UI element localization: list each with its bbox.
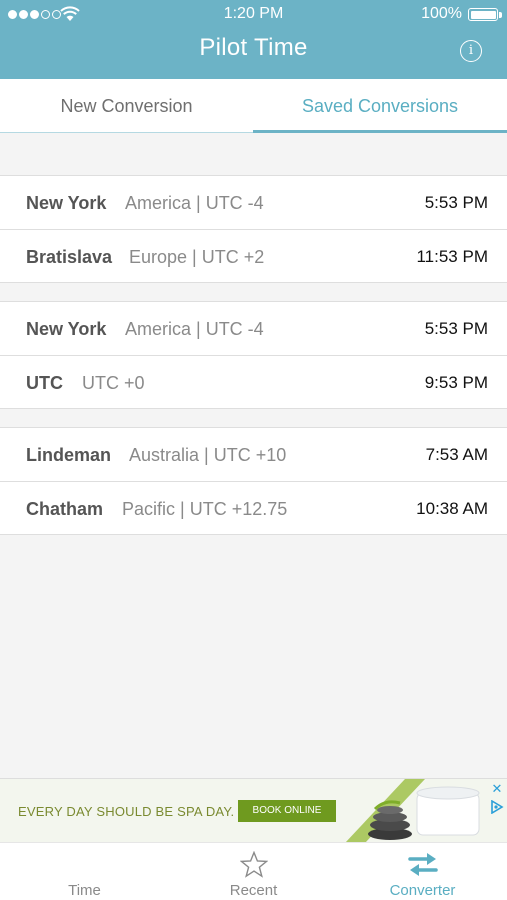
spa-product-image	[345, 779, 480, 842]
converted-time: 11:53 PM	[416, 247, 488, 266]
close-icon[interactable]: ✕	[490, 782, 504, 796]
city-name: Bratislava	[26, 247, 113, 267]
tabbar-label: Recent	[229, 882, 278, 899]
navigation-bar: 1:20 PM 100% Pilot Time i	[0, 0, 507, 79]
region-utc: Australia | UTC +10	[129, 445, 287, 465]
city-name: UTC	[26, 373, 63, 393]
info-icon[interactable]: i	[460, 40, 482, 62]
adchoices-icon[interactable]	[490, 800, 504, 814]
conversion-row[interactable]: Lindeman Australia | UTC +10 7:53 AM	[0, 428, 507, 481]
region-utc: Europe | UTC +2	[129, 247, 265, 267]
conversion-row[interactable]: New York America | UTC -4 5:53 PM	[0, 302, 507, 355]
battery-percentage: 100%	[421, 5, 462, 22]
converted-time: 10:38 AM	[416, 499, 488, 518]
conversion-row[interactable]: UTC UTC +0 9:53 PM	[0, 355, 507, 408]
conversion-group[interactable]: Lindeman Australia | UTC +10 7:53 AM Cha…	[0, 427, 507, 535]
converted-time: 5:53 PM	[424, 193, 488, 212]
region-utc: UTC +0	[82, 373, 145, 393]
tab-saved-conversions[interactable]: Saved Conversions	[253, 79, 507, 133]
conversion-row[interactable]: New York America | UTC -4 5:53 PM	[0, 176, 507, 229]
status-bar: 1:20 PM 100%	[0, 0, 507, 30]
bottom-tab-bar: Time Recent Converter	[0, 842, 507, 900]
city-name: New York	[26, 193, 107, 213]
region-utc: America | UTC -4	[125, 319, 264, 339]
conversion-group[interactable]: New York America | UTC -4 5:53 PM UTC UT…	[0, 301, 507, 409]
converted-time: 7:53 AM	[425, 445, 488, 464]
city-name: New York	[26, 319, 107, 339]
region-utc: Pacific | UTC +12.75	[122, 499, 288, 519]
tabbar-item-recent[interactable]: Recent	[169, 843, 338, 900]
tab-new-conversion[interactable]: New Conversion	[0, 79, 253, 133]
city-name: Lindeman	[26, 445, 112, 465]
page-title: Pilot Time	[199, 34, 308, 61]
ad-book-online-button[interactable]: BOOK ONLINE	[238, 800, 336, 822]
conversion-group[interactable]: New York America | UTC -4 5:53 PM Bratis…	[0, 175, 507, 283]
battery-icon	[468, 8, 498, 21]
tabbar-label: Converter	[389, 882, 456, 899]
ad-banner[interactable]: EVERY DAY SHOULD BE SPA DAY. BOOK ONLINE…	[0, 778, 507, 842]
conversion-row[interactable]: Chatham Pacific | UTC +12.75 10:38 AM	[0, 481, 507, 534]
conversion-row[interactable]: Bratislava Europe | UTC +2 11:53 PM	[0, 229, 507, 282]
converted-time: 5:53 PM	[424, 319, 488, 338]
tabbar-label: Time	[68, 882, 101, 899]
converted-time: 9:53 PM	[424, 373, 488, 392]
tabbar-item-converter[interactable]: Converter	[338, 843, 507, 900]
conversion-tabs: New Conversion Saved Conversions	[0, 79, 507, 133]
star-icon	[240, 851, 268, 878]
tabbar-item-time[interactable]: Time	[0, 843, 169, 900]
swap-arrows-icon	[408, 853, 438, 876]
battery-tip	[499, 12, 502, 18]
ad-headline: EVERY DAY SHOULD BE SPA DAY.	[18, 804, 235, 819]
city-name: Chatham	[26, 499, 104, 519]
region-utc: America | UTC -4	[125, 193, 264, 213]
